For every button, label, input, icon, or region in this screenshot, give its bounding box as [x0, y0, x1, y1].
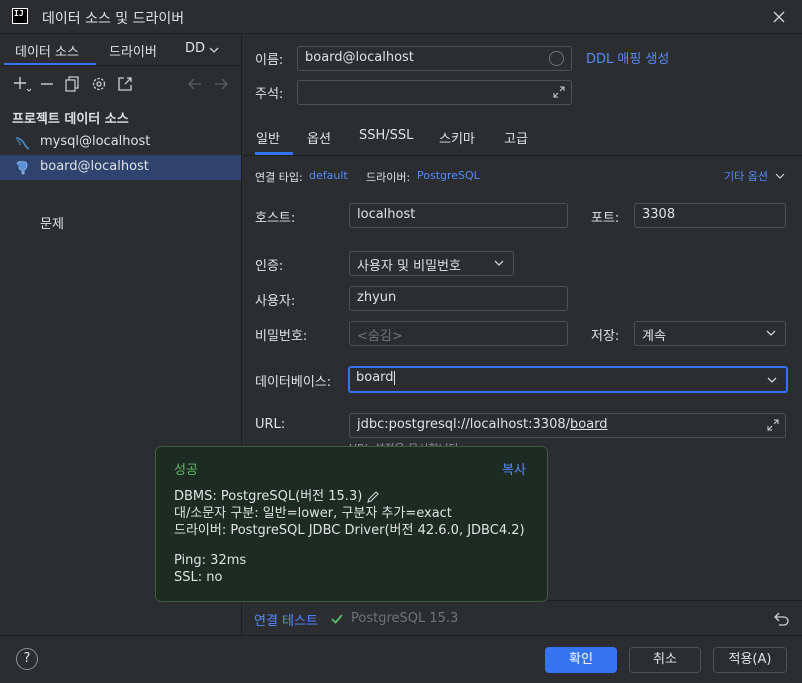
test-connection-link[interactable]: 연결 테스트: [254, 610, 318, 629]
back-arrow-icon[interactable]: [185, 74, 205, 94]
tab-ddl[interactable]: DD: [185, 41, 205, 56]
save-label: 저장:: [591, 329, 620, 344]
auth-value: 사용자 및 비밀번호: [357, 259, 461, 274]
password-label: 비밀번호:: [255, 329, 308, 344]
test-status: PostgreSQL 15.3: [351, 611, 459, 626]
save-value: 계속: [642, 329, 666, 344]
color-picker-icon[interactable]: [549, 51, 564, 66]
tab-drivers[interactable]: 드라이버: [109, 41, 157, 60]
postgresql-elephant-icon: [14, 160, 30, 176]
ddl-mapping-link[interactable]: DDL 매핑 생성: [586, 48, 669, 67]
url-label: URL:: [255, 417, 286, 432]
popup-line-ssl: SSL: no: [174, 570, 223, 585]
host-value: localhost: [357, 207, 416, 222]
undo-icon[interactable]: [772, 610, 790, 628]
chevron-down-icon: [765, 327, 777, 339]
datasource-label: board@localhost: [40, 159, 149, 174]
chevron-down-icon[interactable]: [775, 170, 785, 180]
port-value: 3308: [642, 207, 676, 222]
text-cursor: [393, 370, 395, 385]
auth-label: 인증:: [255, 259, 284, 274]
forward-arrow-icon[interactable]: [211, 74, 231, 94]
connection-type-link[interactable]: default: [309, 169, 348, 182]
open-external-icon[interactable]: [115, 74, 135, 94]
auth-dropdown[interactable]: 사용자 및 비밀번호: [349, 251, 514, 276]
divider: [243, 155, 802, 156]
database-value: board: [356, 370, 394, 385]
database-field[interactable]: board: [348, 366, 788, 393]
section-title: 프로젝트 데이터 소스: [12, 112, 129, 127]
gear-icon[interactable]: [89, 74, 109, 94]
driver-label: 드라이버:: [366, 171, 411, 184]
password-field[interactable]: <숨김>: [349, 321, 568, 346]
tab-options[interactable]: 옵션: [307, 128, 331, 147]
user-label: 사용자:: [255, 294, 296, 309]
port-field[interactable]: 3308: [634, 203, 786, 228]
help-button[interactable]: ?: [16, 648, 38, 670]
close-icon[interactable]: [768, 6, 790, 28]
window-title: 데이터 소스 및 드라이버: [42, 11, 185, 27]
checkmark-icon: [330, 612, 344, 626]
user-field[interactable]: zhyun: [349, 286, 568, 311]
save-dropdown[interactable]: 계속: [634, 321, 786, 346]
intellij-app-icon: IJ: [12, 8, 28, 24]
divider: [0, 635, 802, 636]
duplicate-icon[interactable]: [63, 74, 83, 94]
datasource-label: mysql@localhost: [40, 134, 151, 149]
mysql-dolphin-icon: [14, 135, 30, 151]
datasource-item-mysql[interactable]: mysql@localhost: [0, 130, 241, 155]
tab-advanced[interactable]: 고급: [504, 128, 528, 147]
expand-icon[interactable]: [767, 419, 779, 431]
tab-schemas[interactable]: 스키마: [439, 128, 475, 147]
title-bar: IJ 데이터 소스 및 드라이버: [0, 0, 802, 34]
name-label: 이름:: [255, 53, 284, 68]
host-label: 호스트:: [255, 211, 296, 226]
connection-type-label: 연결 타입:: [255, 171, 303, 184]
expand-icon[interactable]: [553, 86, 565, 98]
user-value: zhyun: [357, 290, 397, 305]
url-prefix: jdbc:postgresql://localhost:3308/: [357, 417, 571, 432]
url-field[interactable]: jdbc:postgresql://localhost:3308/board: [349, 413, 786, 438]
divider: [0, 65, 242, 66]
cancel-button[interactable]: 취소: [629, 647, 701, 673]
remove-icon[interactable]: [38, 74, 58, 94]
name-value: board@localhost: [305, 50, 414, 65]
tab-ssh-ssl[interactable]: SSH/SSL: [359, 128, 413, 143]
database-label: 데이터베이스:: [255, 375, 332, 390]
test-result-popup: 성공 복사 DBMS: PostgreSQL(버전 15.3) 대/소문자 구분…: [155, 446, 548, 602]
popup-line-driver: 드라이버: PostgreSQL JDBC Driver(버전 42.6.0, …: [174, 523, 525, 538]
host-field[interactable]: localhost: [349, 203, 568, 228]
comment-label: 주석:: [255, 87, 284, 102]
other-options-link[interactable]: 기타 옵션: [724, 168, 768, 184]
name-field[interactable]: board@localhost: [297, 46, 572, 71]
driver-link[interactable]: PostgreSQL: [417, 169, 480, 182]
add-icon[interactable]: [12, 74, 32, 94]
password-placeholder: <숨김>: [357, 329, 403, 344]
chevron-down-icon[interactable]: [208, 44, 220, 56]
popup-title: 성공: [174, 463, 198, 478]
copy-link[interactable]: 복사: [502, 459, 526, 478]
port-label: 포트:: [591, 211, 620, 226]
chevron-down-icon: [766, 374, 778, 386]
apply-button[interactable]: 적용(A): [713, 647, 787, 673]
popup-line-ping: Ping: 32ms: [174, 553, 247, 568]
chevron-down-icon: [493, 257, 505, 269]
problems-item[interactable]: 문제: [40, 213, 64, 232]
tab-data-sources[interactable]: 데이터 소스: [15, 41, 79, 60]
ok-button[interactable]: 확인: [545, 647, 617, 673]
comment-field[interactable]: [297, 80, 572, 105]
tab-general[interactable]: 일반: [256, 128, 280, 147]
url-database: board: [570, 417, 608, 432]
datasource-item-board[interactable]: board@localhost: [0, 155, 241, 180]
